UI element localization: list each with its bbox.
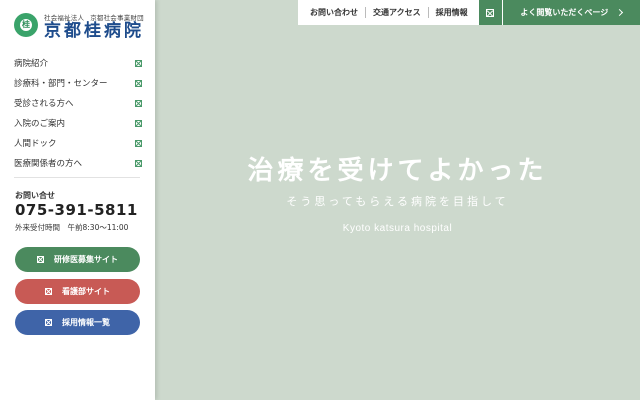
logo-mark-icon: 桂 [14,13,38,37]
nursing-site-button[interactable]: 看護部サイト [15,279,140,304]
hero-subtitle: そう思ってもらえる病院を目指して [286,195,509,208]
access-link[interactable]: 交通アクセス [373,7,421,18]
chevron-right-icon [616,8,624,17]
frequently-viewed-label: よく閲覧いただくページ [520,8,609,17]
nav-item-label: 人間ドック [14,139,57,149]
link-separator [427,7,429,18]
nav-item-outpatients[interactable]: 受診される方へ [14,93,142,113]
hospital-name: 京都桂病院 [44,21,144,41]
phone-number[interactable]: 075-391-5811 [15,201,138,219]
topbar-icon-button[interactable] [477,0,503,25]
external-link-icon [135,159,142,167]
external-link-icon [45,288,52,295]
hospital-logo[interactable]: 桂 社会福祉法人 京都社会事業財団 京都桂病院 [14,10,150,44]
nav-item-medical-professionals[interactable]: 医療関係者の方へ [14,153,142,173]
hero-english-name: Kyoto katsura hospital [342,223,453,234]
nav-item-label: 受診される方へ [14,99,74,109]
main-nav: 病院紹介 診療科・部門・センター 受診される方へ 入院のご案内 人間ドック 医療… [14,53,142,173]
external-link-icon [135,59,142,67]
external-link-icon [37,256,44,263]
nav-item-health-checkup[interactable]: 人間ドック [14,133,142,153]
top-bar: お問い合わせ 交通アクセス 採用情報 よく閲覧いただくページ [298,0,640,25]
link-separator [365,7,366,18]
nav-item-label: 病院紹介 [14,59,49,69]
recruit-list-label: 採用情報一覧 [62,318,110,327]
reception-hours: 外来受付時間 午前8:30〜11:00 [15,223,129,232]
external-link-icon [486,8,495,17]
divider [14,177,140,178]
trainee-recruit-label: 研修医募集サイト [54,255,118,264]
contact-link[interactable]: お問い合わせ [310,7,358,18]
hero-section: 治療を受けてよかった そう思ってもらえる病院を目指して Kyoto katsur… [155,0,640,400]
nursing-site-label: 看護部サイト [62,287,110,296]
nav-item-departments[interactable]: 診療科・部門・センター [14,73,142,93]
utility-links: お問い合わせ 交通アクセス 採用情報 [298,0,478,25]
sidebar: 桂 社会福祉法人 京都社会事業財団 京都桂病院 病院紹介 診療科・部門・センター … [0,0,155,400]
nav-item-label: 入院のご案内 [14,119,66,129]
nav-item-label: 診療科・部門・センター [14,79,108,89]
contact-label: お問い合せ [15,191,55,200]
external-link-icon [135,139,142,147]
external-link-icon [135,79,142,87]
external-link-icon [135,119,142,127]
external-link-icon [135,99,142,107]
nav-item-about[interactable]: 病院紹介 [14,53,142,73]
recruit-link[interactable]: 採用情報 [436,7,468,18]
recruit-list-button[interactable]: 採用情報一覧 [15,310,140,335]
hero-title: 治療を受けてよかった [247,156,548,186]
nav-item-admission[interactable]: 入院のご案内 [14,113,142,133]
external-link-icon [45,319,52,326]
nav-item-label: 医療関係者の方へ [14,159,83,169]
frequently-viewed-button[interactable]: よく閲覧いただくページ [502,0,640,25]
trainee-recruit-button[interactable]: 研修医募集サイト [15,247,140,272]
